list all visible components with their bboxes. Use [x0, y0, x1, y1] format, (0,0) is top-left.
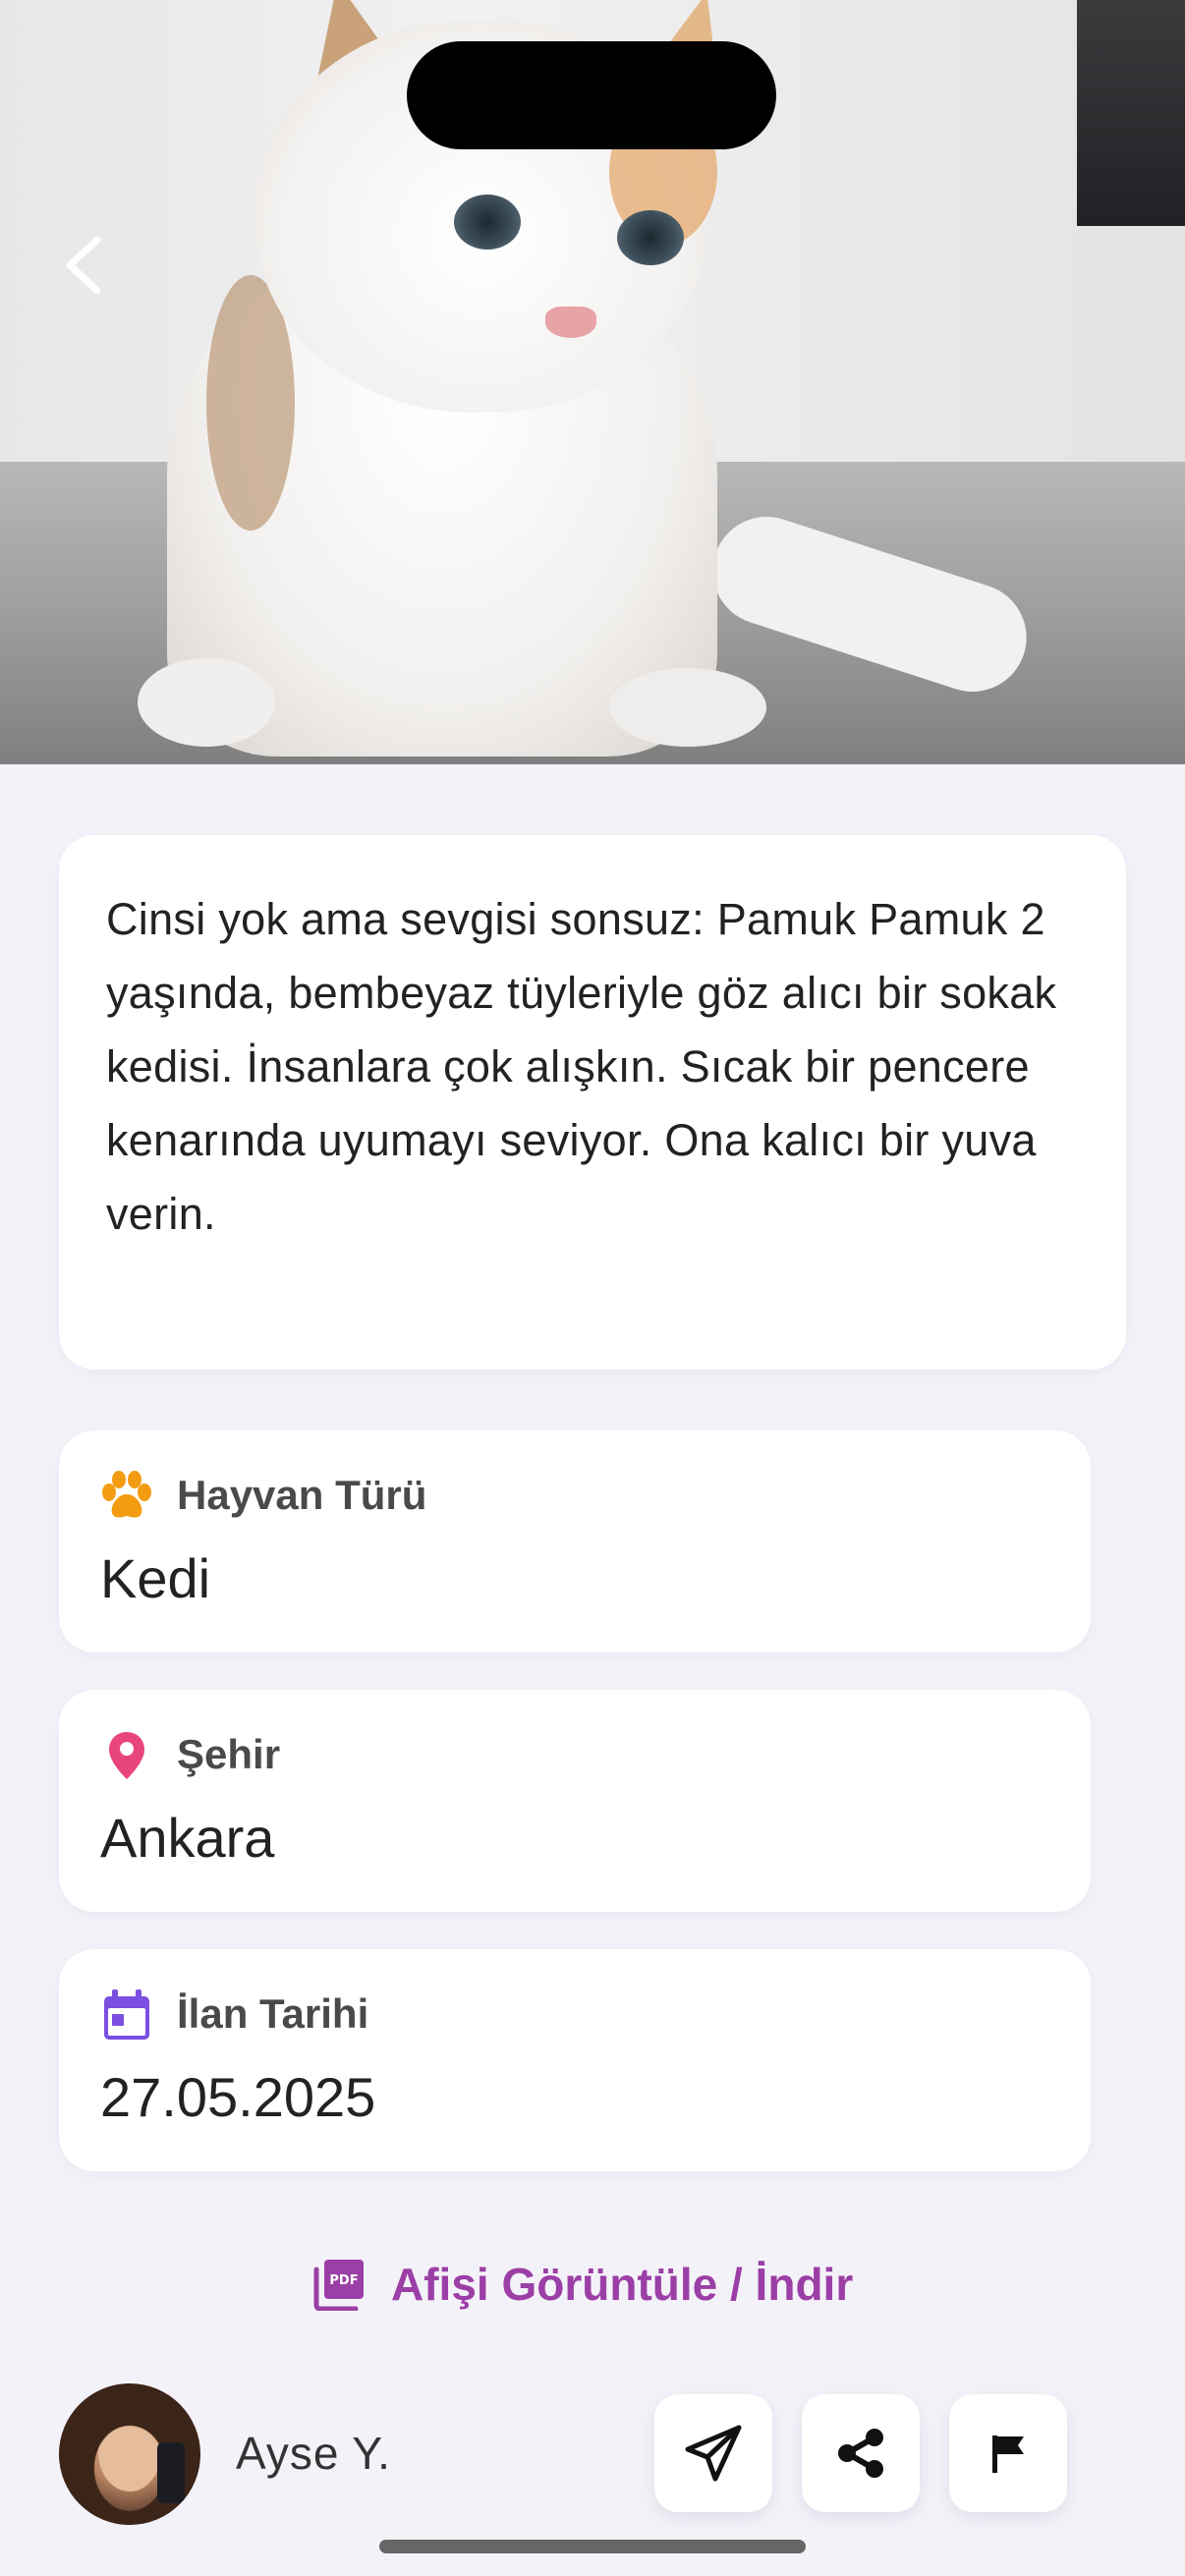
- listing-date-label: İlan Tarihi: [177, 1990, 369, 2037]
- dynamic-island: [407, 41, 776, 149]
- animal-type-value: Kedi: [100, 1547, 211, 1609]
- paper-plane-icon: [685, 2425, 742, 2482]
- city-card: Şehir Ankara: [59, 1690, 1091, 1912]
- view-download-poster-link[interactable]: PDF Afişi Görüntüle / İndir: [312, 2250, 853, 2319]
- home-indicator: [379, 2540, 806, 2553]
- city-value: Ankara: [100, 1807, 275, 1869]
- flag-icon: [992, 2436, 1024, 2473]
- share-icon: [838, 2429, 883, 2478]
- cat-nose: [545, 307, 596, 338]
- listing-date-value: 27.05.2025: [100, 2066, 376, 2128]
- back-button[interactable]: [49, 226, 118, 305]
- svg-text:PDF: PDF: [329, 2273, 358, 2288]
- cat-paw-left: [138, 658, 275, 747]
- poster-link-label: Afişi Görüntüle / İndir: [391, 2259, 854, 2310]
- cat-eye-right: [617, 210, 684, 265]
- cat-paw-right: [609, 668, 766, 747]
- description-card: Cinsi yok ama sevgisi sonsuz: Pamuk Pamu…: [59, 835, 1126, 1370]
- chevron-left-icon: [66, 236, 101, 295]
- send-message-button[interactable]: [654, 2394, 772, 2512]
- owner-name: Ayse Y.: [236, 2428, 391, 2479]
- listing-date-card: İlan Tarihi 27.05.2025: [59, 1949, 1091, 2171]
- animal-type-label: Hayvan Türü: [177, 1472, 427, 1518]
- animal-type-card: Hayvan Türü Kedi: [59, 1430, 1091, 1652]
- share-button[interactable]: [802, 2394, 920, 2512]
- report-button[interactable]: [949, 2394, 1067, 2512]
- avatar[interactable]: [59, 2383, 200, 2525]
- paw-icon: [98, 1468, 155, 1525]
- description-text: Cinsi yok ama sevgisi sonsuz: Pamuk Pamu…: [106, 894, 1057, 1239]
- city-label: Şehir: [177, 1731, 281, 1777]
- location-pin-icon: [98, 1727, 155, 1784]
- calendar-icon: [98, 1987, 155, 2044]
- cat-eye-left: [454, 195, 521, 250]
- photo-background-object: [1077, 0, 1185, 226]
- pdf-icon: PDF: [313, 2260, 364, 2311]
